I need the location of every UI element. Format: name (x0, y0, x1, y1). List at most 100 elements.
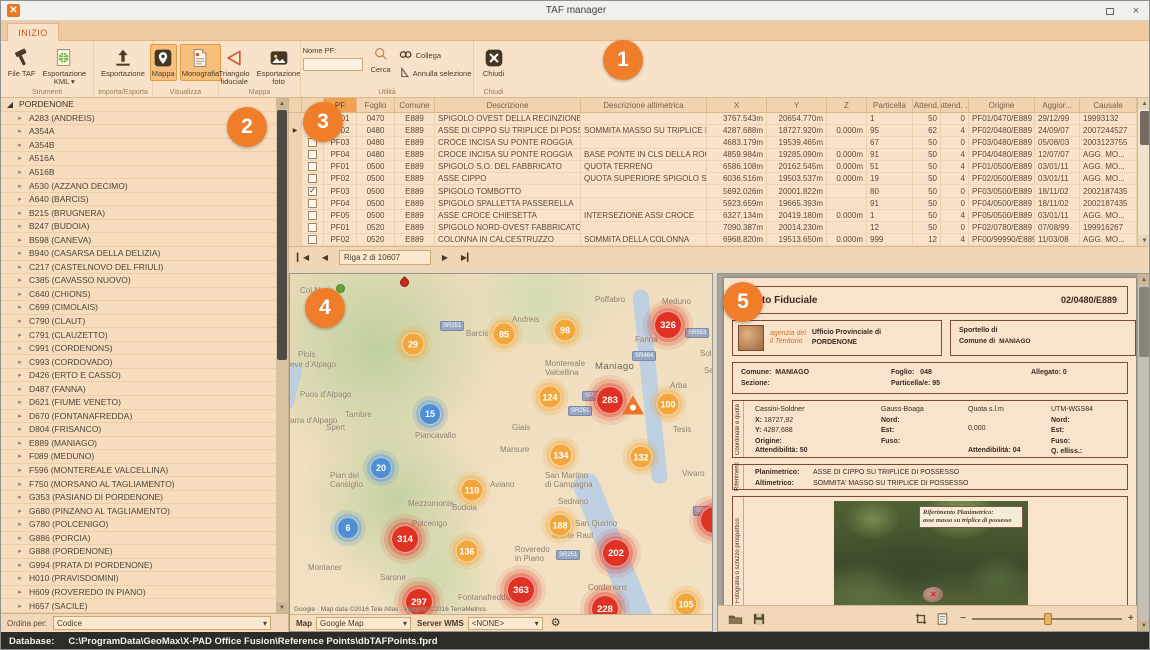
col-header[interactable]: Causale (1080, 98, 1137, 112)
col-header[interactable]: Z (827, 98, 867, 112)
pager-next-button[interactable]: ▶ (437, 253, 453, 262)
map-cluster-marker[interactable]: 100 (657, 393, 680, 416)
sidebar-tree-item[interactable]: ▸ B247 (BUDOIA) (1, 220, 277, 234)
col-header[interactable]: Comune (395, 98, 435, 112)
row-checkbox[interactable]: ✓ (308, 187, 317, 196)
map-cluster-marker[interactable]: 188 (549, 514, 572, 537)
table-row[interactable]: PF01 0470 E889 SPIGOLO OVEST DELLA RECIN… (289, 113, 1150, 125)
map-cluster-marker[interactable]: 132 (630, 446, 653, 469)
sidebar-tree-item[interactable]: ▸ G780 (POLCENIGO) (1, 518, 277, 532)
sidebar-tree-item[interactable]: ▸ D487 (FANNA) (1, 382, 277, 396)
chiudi-button[interactable]: Chiudi (481, 44, 507, 81)
table-row[interactable]: PF04 0480 E889 CROCE INCISA SU PONTE ROG… (289, 149, 1150, 161)
row-checkbox[interactable] (308, 162, 317, 171)
table-scrollbar[interactable]: ▲ ▼ (1137, 98, 1150, 246)
scrollbar-thumb[interactable] (1140, 111, 1150, 145)
sidebar-tree-item[interactable]: ▸ C217 (CASTELNOVO DEL FRIULI) (1, 261, 277, 275)
col-header[interactable]: Particella (867, 98, 913, 112)
zoom-out-icon[interactable]: − (960, 613, 966, 624)
scroll-down-icon[interactable]: ▼ (1138, 235, 1150, 246)
map-cluster-marker[interactable]: 283 (596, 386, 624, 414)
zoom-slider[interactable] (972, 618, 1122, 620)
sidebar-tree-item[interactable]: ▸ A640 (BARCIS) (1, 193, 277, 207)
sidebar-tree-item[interactable]: ▸ A516B (1, 166, 277, 180)
sidebar-tree-item[interactable]: ▸ C791 (CLAUZETTO) (1, 328, 277, 342)
sidebar-tree-item[interactable]: ▸ A530 (AZZANO DECIMO) (1, 179, 277, 193)
file-taf-button[interactable]: File TAF (6, 44, 38, 81)
map-cluster-marker[interactable]: 134 (550, 444, 573, 467)
gear-icon[interactable]: ⚙ (551, 618, 561, 629)
sidebar-tree-item[interactable]: ▸ A516A (1, 152, 277, 166)
scroll-down-icon[interactable]: ▼ (276, 602, 288, 613)
open-folder-button[interactable] (728, 613, 743, 625)
table-row[interactable]: PF01 0500 E889 SPIGOLO S.O. DEL FABBRICA… (289, 161, 1150, 173)
table-row[interactable]: ▶ PF02 0480 E889 ASSE DI CIPPO SU TRIPLI… (289, 125, 1150, 137)
map-cluster-marker[interactable]: 20 (370, 457, 392, 479)
sidebar-tree-item[interactable]: ▸ C640 (CHIONS) (1, 288, 277, 302)
sidebar-tree-item[interactable]: ▸ H010 (PRAVISDOMINI) (1, 572, 277, 586)
nome-pf-input[interactable] (303, 58, 363, 71)
tab-inizio[interactable]: INIZIO (7, 23, 59, 41)
scrollbar-thumb[interactable] (277, 110, 287, 360)
map-source-dropdown[interactable]: Google Map ▾ (316, 617, 411, 630)
col-header[interactable]: X (707, 98, 767, 112)
map-cluster-marker[interactable]: 29 (402, 333, 425, 356)
cerca-button[interactable]: Cerca (371, 46, 391, 80)
window-restore-button[interactable] (1099, 3, 1121, 19)
triangolo-fiduciale-button[interactable]: Triangolo fiduciale (217, 44, 252, 90)
sidebar-tree-item[interactable]: ▸ C790 (CLAUT) (1, 315, 277, 329)
pager-position-box[interactable]: Riga 2 di 10607 (339, 250, 431, 265)
row-checkbox[interactable] (308, 199, 317, 208)
col-header[interactable]: Foglio (357, 98, 395, 112)
col-header[interactable]: Descrizione altimetrica (581, 98, 707, 112)
esportazione-kml-button[interactable]: Esportazione KML ▾ (40, 44, 88, 90)
sidebar-tree-item[interactable]: ▸ D426 (ERTO E CASSO) (1, 369, 277, 383)
sidebar-tree-item[interactable]: ▸ G888 (PORDENONE) (1, 545, 277, 559)
sidebar-tree-item[interactable]: ▸ F750 (MORSANO AL TAGLIAMENTO) (1, 477, 277, 491)
window-close-button[interactable]: × (1125, 3, 1147, 19)
sidebar-tree-item[interactable]: ▸ C991 (CORDENONS) (1, 342, 277, 356)
sidebar-tree-item[interactable]: ▸ F596 (MONTEREALE VALCELLINA) (1, 464, 277, 478)
map-cluster-marker[interactable]: 363 (507, 576, 535, 604)
monografia-scrollbar[interactable]: ▲ ▼ (1137, 274, 1150, 631)
scroll-up-icon[interactable]: ▲ (1138, 98, 1150, 109)
esportazione-button[interactable]: Esportazione (99, 44, 147, 81)
fit-page-button[interactable] (937, 613, 948, 625)
pager-last-button[interactable]: ▶▎ (459, 253, 475, 262)
map-cluster-marker[interactable]: 136 (456, 540, 479, 563)
row-checkbox[interactable] (308, 235, 317, 244)
table-row[interactable]: PF05 0500 E889 ASSE CROCE CHIESETTA INTE… (289, 210, 1150, 222)
zoom-in-icon[interactable]: + (1128, 613, 1134, 624)
row-checkbox[interactable] (308, 211, 317, 220)
crop-button[interactable] (915, 613, 927, 625)
sidebar-tree-item[interactable]: ▸ F089 (MEDUNO) (1, 450, 277, 464)
map-cluster-marker[interactable]: 85 (493, 323, 516, 346)
table-row[interactable]: PF01 0520 E889 SPIGOLO NORD-OVEST FABBRI… (289, 222, 1150, 234)
sidebar-scrollbar[interactable]: ▲ ▼ (276, 98, 288, 613)
sidebar-tree-item[interactable]: ▸ C993 (CORDOVADO) (1, 355, 277, 369)
row-checkbox[interactable] (308, 150, 317, 159)
scroll-down-icon[interactable]: ▼ (1138, 620, 1150, 631)
row-checkbox[interactable] (308, 174, 317, 183)
table-row[interactable]: ✓ PF03 0500 E889 SPIGOLO TOMBOTTO 5692.0… (289, 185, 1150, 197)
annulla-selezione-button[interactable]: Annulla selezione (399, 66, 472, 80)
warning-triangle-marker[interactable] (622, 396, 644, 415)
map-cluster-marker[interactable]: 15 (419, 403, 441, 425)
table-row[interactable]: PF02 0520 E889 COLONNA IN CALCESTRUZZO S… (289, 234, 1150, 246)
sidebar-tree-item[interactable]: ▸ G353 (PASIANO DI PORDENONE) (1, 491, 277, 505)
save-button[interactable] (753, 613, 765, 625)
table-row[interactable]: PF03 0480 E889 CROCE INCISA SU PONTE ROG… (289, 137, 1150, 149)
row-checkbox[interactable] (308, 223, 317, 232)
scroll-up-icon[interactable]: ▲ (276, 98, 288, 109)
scrollbar-thumb[interactable] (1139, 287, 1149, 357)
map-cluster-marker[interactable]: 105 (675, 593, 698, 616)
table-row[interactable]: PF04 0500 E889 SPIGOLO SPALLETTA PASSERE… (289, 198, 1150, 210)
sidebar-tree-item[interactable]: ▸ C699 (CIMOLAIS) (1, 301, 277, 315)
scroll-up-icon[interactable]: ▲ (1138, 274, 1150, 285)
sidebar-tree-item[interactable]: ▸ G994 (PRATA DI PORDENONE) (1, 559, 277, 573)
monografia-toggle-button[interactable]: Monografia (180, 44, 222, 81)
map-cluster-marker[interactable]: 326 (654, 311, 682, 339)
col-header[interactable]: Aggior... (1035, 98, 1080, 112)
col-header[interactable]: Origine (969, 98, 1035, 112)
map-cluster-marker[interactable]: 6 (337, 517, 359, 539)
